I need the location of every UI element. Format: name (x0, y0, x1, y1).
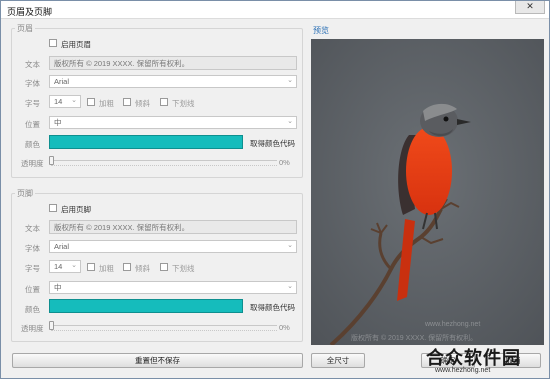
footer-font-label: 字体 (25, 244, 40, 253)
footer-legend: 页脚 (15, 188, 35, 199)
footer-italic-checkbox[interactable] (123, 263, 131, 271)
header-text-input[interactable]: 版权所有 © 2019 XXXX. 保留所有权利。 (49, 56, 297, 70)
footer-opacity-track[interactable] (51, 325, 277, 326)
footer-position-select[interactable]: 中 ⌄ (49, 281, 297, 294)
header-opacity-label: 透明度 (21, 159, 44, 168)
header-opacity-ticks (51, 165, 277, 167)
footer-font-value: Arial (54, 242, 70, 251)
header-bold-checkbox[interactable] (87, 98, 95, 106)
header-size-label: 字号 (25, 99, 40, 108)
footer-underline-label: 下划线 (172, 264, 195, 273)
footer-bold-label: 加粗 (99, 264, 114, 273)
footer-size-select[interactable]: 14 ⌄ (49, 260, 81, 273)
preview-watermark-top: www.hezhong.net (425, 321, 481, 328)
header-color-label: 颜色 (25, 140, 40, 149)
header-size-select[interactable]: 14 ⌄ (49, 95, 81, 108)
header-position-value: 中 (54, 118, 62, 127)
header-underline-checkbox[interactable] (160, 98, 168, 106)
footer-italic-label: 倾斜 (135, 264, 150, 273)
chevron-down-icon: ⌄ (71, 97, 77, 104)
enable-header-label: 启用页眉 (61, 40, 91, 49)
full-size-button[interactable]: 全尺寸 (311, 353, 365, 368)
preview-image: www.hezhong.net 版权所有 © 2019 XXXX. 保留所有权利… (311, 39, 544, 345)
footer-text-label: 文本 (25, 224, 40, 233)
reset-without-save-button[interactable]: 重置但不保存 (12, 353, 303, 368)
footer-opacity-thumb[interactable] (49, 321, 54, 330)
site-logo-url: www.hezhong.net (435, 367, 491, 374)
preview-watermark-bottom: 版权所有 © 2019 XXXX. 保留所有权利。 (351, 335, 478, 342)
footer-pick-color-button[interactable]: 取得颜色代码 (250, 302, 295, 313)
chevron-down-icon: ⌄ (71, 262, 77, 269)
title-bar: 页眉及页脚 ✕ (1, 1, 549, 19)
header-position-select[interactable]: 中 ⌄ (49, 116, 297, 129)
footer-position-label: 位置 (25, 285, 40, 294)
header-underline-label: 下划线 (172, 99, 195, 108)
header-italic-checkbox[interactable] (123, 98, 131, 106)
preview-label: 预览 (313, 26, 329, 35)
enable-header-checkbox[interactable] (49, 39, 57, 47)
footer-font-select[interactable]: Arial ⌄ (49, 240, 297, 253)
footer-position-value: 中 (54, 283, 62, 292)
footer-size-label: 字号 (25, 264, 40, 273)
header-opacity-thumb[interactable] (49, 156, 54, 165)
header-font-label: 字体 (25, 79, 40, 88)
footer-color-swatch[interactable] (49, 299, 243, 313)
footer-opacity-label: 透明度 (21, 324, 44, 333)
chevron-down-icon: ⌄ (287, 242, 293, 249)
footer-underline-checkbox[interactable] (160, 263, 168, 271)
header-italic-label: 倾斜 (135, 99, 150, 108)
header-bold-label: 加粗 (99, 99, 114, 108)
footer-opacity-value: 0% (279, 323, 290, 332)
header-size-value: 14 (54, 97, 63, 106)
header-font-select[interactable]: Arial ⌄ (49, 75, 297, 88)
footer-size-value: 14 (54, 262, 63, 271)
enable-footer-checkbox[interactable] (49, 204, 57, 212)
footer-text-input[interactable]: 版权所有 © 2019 XXXX. 保留所有权利。 (49, 220, 297, 234)
header-opacity-track[interactable] (51, 160, 277, 161)
header-opacity-value: 0% (279, 158, 290, 167)
chevron-down-icon: ⌄ (287, 283, 293, 290)
header-position-label: 位置 (25, 120, 40, 129)
header-pick-color-button[interactable]: 取得颜色代码 (250, 138, 295, 149)
footer-bold-checkbox[interactable] (87, 263, 95, 271)
window-title: 页眉及页脚 (7, 7, 53, 17)
bird-photo (311, 39, 544, 345)
enable-footer-label: 启用页脚 (61, 205, 91, 214)
chevron-down-icon: ⌄ (287, 118, 293, 125)
header-font-value: Arial (54, 77, 70, 86)
header-color-swatch[interactable] (49, 135, 243, 149)
header-text-label: 文本 (25, 60, 40, 69)
header-legend: 页眉 (15, 23, 35, 34)
footer-opacity-ticks (51, 330, 277, 332)
chevron-down-icon: ⌄ (287, 77, 293, 84)
dialog-window: 页眉及页脚 ✕ 页眉 启用页眉 文本 版权所有 © 2019 XXXX. 保留所… (0, 0, 550, 379)
close-button[interactable]: ✕ (515, 1, 545, 14)
footer-color-label: 颜色 (25, 305, 40, 314)
